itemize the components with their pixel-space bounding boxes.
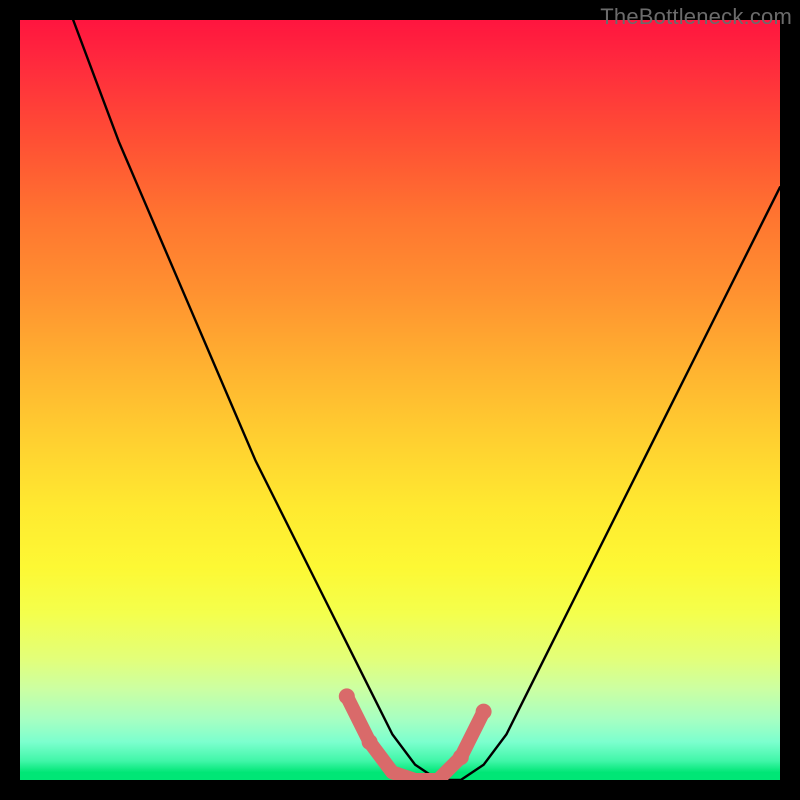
- chart-frame: TheBottleneck.com: [0, 0, 800, 800]
- watermark-text: TheBottleneck.com: [600, 4, 792, 30]
- plot-svg: [20, 20, 780, 780]
- highlight-dot: [362, 734, 378, 750]
- plot-area: [20, 20, 780, 780]
- highlight-dot: [453, 749, 469, 765]
- bottleneck-curve: [73, 20, 780, 780]
- highlight-dot: [339, 688, 355, 704]
- highlight-dot: [476, 704, 492, 720]
